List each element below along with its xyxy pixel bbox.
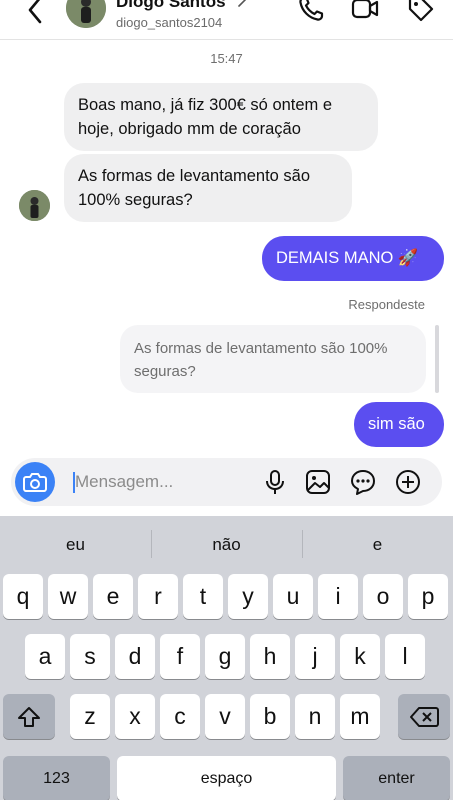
chat-header: Diogo Santos diogo_santos2104	[0, 0, 453, 40]
avatar[interactable]	[66, 0, 106, 28]
keyboard: eu não e q w e r t y u i o p a s d f g h…	[0, 516, 453, 800]
key[interactable]: i	[318, 574, 358, 619]
key[interactable]: o	[363, 574, 403, 619]
key[interactable]: b	[250, 694, 290, 739]
key[interactable]: u	[273, 574, 313, 619]
key[interactable]: f	[160, 634, 200, 679]
key[interactable]: p	[408, 574, 448, 619]
numbers-key[interactable]: 123	[3, 756, 110, 800]
key[interactable]: a	[25, 634, 65, 679]
key[interactable]: e	[93, 574, 133, 619]
microphone-icon[interactable]	[261, 468, 289, 496]
video-icon[interactable]	[350, 0, 380, 24]
reply-label: Respondeste	[348, 297, 425, 312]
contact-username[interactable]: diogo_santos2104	[116, 15, 222, 30]
tag-icon[interactable]	[406, 0, 436, 24]
enter-key[interactable]: enter	[343, 756, 450, 800]
backspace-icon	[410, 706, 439, 727]
camera-icon	[23, 473, 47, 492]
plus-icon[interactable]	[394, 468, 422, 496]
quoted-message[interactable]: As formas de levantamento são 100% segur…	[120, 325, 426, 393]
key[interactable]: m	[340, 694, 380, 739]
key[interactable]: w	[48, 574, 88, 619]
message-composer	[11, 458, 442, 506]
message-incoming[interactable]: As formas de levantamento são 100% segur…	[64, 154, 352, 222]
key[interactable]: x	[115, 694, 155, 739]
key[interactable]: z	[70, 694, 110, 739]
key[interactable]: r	[138, 574, 178, 619]
key[interactable]: t	[183, 574, 223, 619]
message-outgoing[interactable]: sim são	[354, 402, 444, 447]
key[interactable]: s	[70, 634, 110, 679]
sticker-icon[interactable]	[349, 468, 377, 496]
back-icon[interactable]	[22, 0, 50, 30]
key[interactable]: g	[205, 634, 245, 679]
message-incoming[interactable]: Boas mano, já fiz 300€ só ontem e hoje, …	[64, 83, 378, 151]
avatar[interactable]	[19, 190, 50, 221]
message-outgoing[interactable]: DEMAIS MANO 🚀	[262, 236, 444, 281]
message-input[interactable]	[75, 468, 255, 496]
key[interactable]: h	[250, 634, 290, 679]
phone-icon[interactable]	[296, 0, 326, 24]
key[interactable]: l	[385, 634, 425, 679]
shift-icon	[18, 706, 40, 727]
gallery-icon[interactable]	[304, 468, 332, 496]
key[interactable]: j	[295, 634, 335, 679]
suggestion[interactable]: eu	[0, 516, 151, 574]
key[interactable]: q	[3, 574, 43, 619]
chevron-right-icon[interactable]	[237, 0, 247, 8]
key[interactable]: k	[340, 634, 380, 679]
key[interactable]: n	[295, 694, 335, 739]
backspace-key[interactable]	[398, 694, 450, 739]
key[interactable]: c	[160, 694, 200, 739]
timestamp: 15:47	[210, 51, 243, 66]
quote-bar	[435, 325, 439, 393]
key[interactable]: v	[205, 694, 245, 739]
key[interactable]: y	[228, 574, 268, 619]
shift-key[interactable]	[3, 694, 55, 739]
space-key[interactable]: espaço	[117, 756, 336, 800]
suggestion[interactable]: e	[302, 516, 453, 574]
camera-button[interactable]	[15, 462, 55, 502]
suggestion[interactable]: não	[151, 516, 302, 574]
contact-name[interactable]: Diogo Santos	[116, 0, 226, 12]
key[interactable]: d	[115, 634, 155, 679]
